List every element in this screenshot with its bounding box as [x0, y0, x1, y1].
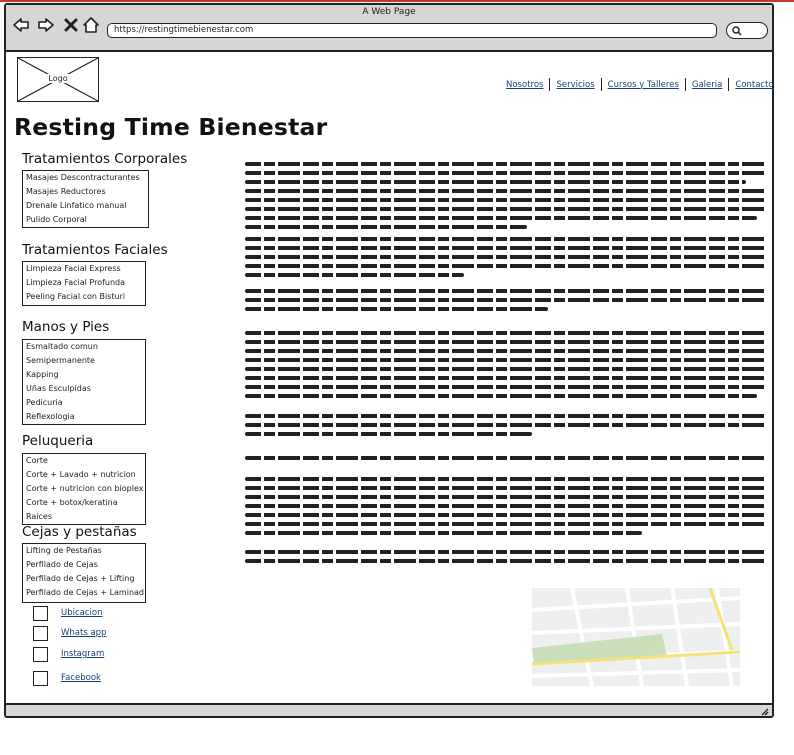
- list-item[interactable]: Limpieza Facial Express: [26, 262, 142, 276]
- browser-status-bar: [6, 703, 772, 716]
- placeholder-paragraph: [245, 289, 767, 316]
- browser-search-box[interactable]: [726, 22, 768, 39]
- list-item[interactable]: Peeling Facial con Bisturi: [26, 290, 142, 304]
- placeholder-paragraph: [245, 331, 767, 403]
- list-item[interactable]: Kapping: [26, 368, 142, 382]
- service-list-faciales: Limpieza Facial Express Limpieza Facial …: [22, 261, 146, 306]
- logo-label: Logo: [46, 74, 70, 83]
- service-list-cejas: Lifting de Pestañas Perfilado de Cejas P…: [22, 543, 146, 603]
- list-item[interactable]: Lifting de Pestañas: [26, 544, 142, 558]
- forward-arrow-icon[interactable]: [37, 16, 55, 34]
- list-item[interactable]: Corte + nutricion con bioplex: [26, 482, 143, 496]
- nav-link-servicios[interactable]: Servicios: [550, 80, 600, 90]
- nav-link-galeria[interactable]: Galeria: [686, 80, 728, 90]
- placeholder-paragraph: [245, 414, 767, 441]
- service-list-peluqueria: Corte Corte + Lavado + nutricion Corte +…: [22, 453, 146, 525]
- placeholder-paragraph: [245, 477, 767, 540]
- placeholder-paragraph: [245, 237, 767, 282]
- list-item[interactable]: Corte: [26, 454, 142, 468]
- link-ubicacion[interactable]: Ubicacion: [61, 608, 102, 618]
- list-item[interactable]: Masajes Descontracturantes: [26, 171, 145, 185]
- list-item[interactable]: Uñas Esculpidas: [26, 382, 142, 396]
- map-image: [532, 588, 740, 686]
- top-accent-line: [0, 0, 794, 2]
- list-item[interactable]: Perfilado de Cejas: [26, 558, 142, 572]
- list-item[interactable]: Raices: [26, 510, 142, 524]
- list-item[interactable]: Semipermanente: [26, 354, 142, 368]
- nav-link-nosotros[interactable]: Nosotros: [500, 80, 549, 90]
- section-title-cejas: Cejas y pestañas: [22, 524, 137, 540]
- checkbox-icon[interactable]: [33, 671, 48, 686]
- list-item[interactable]: Limpieza Facial Profunda: [26, 276, 142, 290]
- list-item[interactable]: Masajes Reductores: [26, 185, 145, 199]
- list-item[interactable]: Corte + botox/keratina: [26, 496, 142, 510]
- link-whatsapp[interactable]: Whats app: [61, 628, 106, 638]
- window-title: A Web Page: [362, 7, 416, 17]
- nav-link-cursos[interactable]: Cursos y Talleres: [602, 80, 685, 90]
- section-title-corporales: Tratamientos Corporales: [22, 151, 188, 167]
- section-title-manos-pies: Manos y Pies: [22, 319, 110, 335]
- close-icon[interactable]: [62, 16, 80, 34]
- section-title-faciales: Tratamientos Faciales: [22, 242, 168, 258]
- browser-chrome: A Web Page https://restingtimebienestar.…: [6, 5, 772, 52]
- placeholder-paragraph: [245, 456, 767, 465]
- logo-placeholder[interactable]: Logo: [17, 57, 99, 102]
- list-item[interactable]: Corte + Lavado + nutricion: [26, 468, 142, 482]
- location-map[interactable]: [532, 588, 740, 686]
- nav-link-contacto[interactable]: Contacto: [729, 80, 779, 90]
- list-item[interactable]: Pulido Corporal: [26, 213, 145, 227]
- resize-grip-icon[interactable]: [759, 706, 769, 716]
- list-item[interactable]: Esmaltado comun: [26, 340, 142, 354]
- list-item[interactable]: Reflexologia: [26, 410, 142, 424]
- placeholder-paragraph: [245, 162, 767, 234]
- placeholder-paragraph: [245, 550, 767, 568]
- checkbox-icon[interactable]: [33, 606, 48, 621]
- list-item[interactable]: Perfilado de Cejas + Lifting: [26, 572, 142, 586]
- home-icon[interactable]: [82, 16, 100, 34]
- section-title-peluqueria: Peluqueria: [22, 433, 94, 449]
- service-list-manos-pies: Esmaltado comun Semipermanente Kapping U…: [22, 339, 146, 425]
- search-icon: [732, 26, 742, 36]
- main-navigation: Nosotros Servicios Cursos y Talleres Gal…: [500, 78, 780, 91]
- service-list-corporales: Masajes Descontracturantes Masajes Reduc…: [22, 170, 149, 228]
- list-item[interactable]: Drenale Linfatico manual: [26, 199, 145, 213]
- link-instagram[interactable]: Instagram: [61, 649, 104, 659]
- list-item[interactable]: Pedicuria: [26, 396, 142, 410]
- checkbox-icon[interactable]: [33, 626, 48, 641]
- list-item[interactable]: Perfilado de Cejas + Laminad: [26, 586, 144, 600]
- address-bar[interactable]: https://restingtimebienestar.com: [107, 23, 717, 38]
- link-facebook[interactable]: Facebook: [61, 673, 101, 683]
- checkbox-icon[interactable]: [33, 647, 48, 662]
- back-arrow-icon[interactable]: [12, 16, 30, 34]
- site-title: Resting Time Bienestar: [14, 113, 328, 141]
